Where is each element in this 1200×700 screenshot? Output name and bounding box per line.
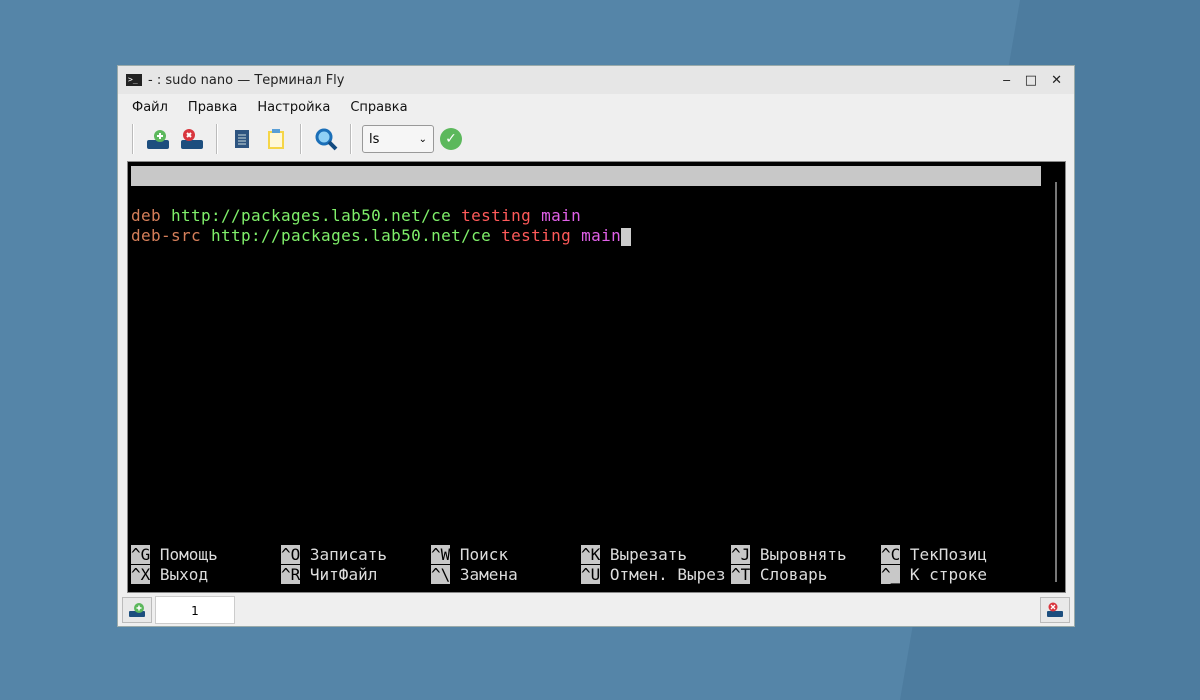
copy-button[interactable] — [228, 125, 256, 153]
shortcut-hint: ^U Отмен. Вырез — [581, 565, 726, 585]
terminal-scrollbar[interactable] — [1055, 182, 1057, 582]
shortcut-key: ^K — [581, 545, 601, 564]
shortcut-key: ^R — [281, 565, 301, 584]
chevron-down-icon: ⌄ — [418, 133, 427, 145]
shortcut-key: ^J — [731, 545, 751, 564]
syntax-token: main — [581, 226, 622, 245]
shortcut-key: ^_ — [881, 565, 901, 584]
syntax-token: testing — [501, 226, 582, 245]
session-bar: 1 — [118, 593, 1074, 627]
shortcut-label: Выровнять — [759, 545, 847, 564]
shortcut-key: ^U — [581, 565, 601, 584]
new-session-button[interactable] — [144, 125, 172, 153]
shortcut-label: ТекПозиц — [909, 545, 987, 564]
toolbar-separator — [350, 124, 352, 154]
shortcut-label: К строке — [909, 565, 987, 584]
add-session-icon — [147, 130, 169, 149]
shortcut-key: ^C — [881, 545, 901, 564]
shortcut-key: ^O — [281, 545, 301, 564]
toolbar-separator — [300, 124, 302, 154]
maximize-button[interactable]: □ — [1025, 73, 1037, 88]
close-button[interactable]: ✕ — [1051, 73, 1062, 88]
shortcut-label: Отмен. Вырез — [609, 565, 726, 584]
toolbar: ls ⌄ ✓ — [118, 120, 1074, 158]
menu-file[interactable]: Файл — [132, 100, 168, 115]
toolbar-separator — [132, 124, 134, 154]
shortcut-hint: ^C ТекПозиц — [881, 545, 987, 565]
shortcut-label: Словарь — [759, 565, 828, 584]
shortcut-key: ^T — [731, 565, 751, 584]
toolbar-separator — [216, 124, 218, 154]
close-session-button[interactable] — [178, 125, 206, 153]
remove-session-icon — [181, 129, 203, 149]
command-combobox[interactable]: ls ⌄ — [362, 125, 434, 153]
shortcut-hint: ^R ЧитФайл — [281, 565, 377, 585]
shortcut-hint: ^X Выход — [131, 565, 208, 585]
menu-settings[interactable]: Настройка — [257, 100, 330, 115]
search-button[interactable] — [312, 125, 340, 153]
copy-icon — [235, 130, 249, 148]
window-title: - : sudo nano — Терминал Fly — [148, 72, 345, 88]
syntax-token: http://packages.lab50.net/ce — [211, 226, 502, 245]
terminal-screen[interactable]: GNU nano 2.7.4 Файл: /etc/apt/sources.li… — [127, 161, 1066, 593]
syntax-token: http://packages.lab50.net/ce — [171, 206, 462, 225]
shortcut-hint: ^K Вырезать — [581, 545, 687, 565]
shortcut-label: Помощь — [159, 545, 218, 564]
menu-bar: Файл Правка Настройка Справка — [118, 94, 1074, 120]
shortcut-hint: ^_ К строке — [881, 565, 987, 585]
paste-icon — [268, 129, 284, 149]
terminal-window: >_ - : sudo nano — Терминал Fly ‒ □ ✕ Фа… — [117, 65, 1075, 627]
command-value: ls — [369, 131, 380, 147]
shortcut-key: ^\ — [431, 565, 451, 584]
nano-version: GNU nano 2.7.4 — [151, 186, 286, 205]
remove-session-icon — [1047, 602, 1063, 617]
syntax-token: deb-src — [131, 226, 212, 245]
shortcut-hint: ^J Выровнять — [731, 545, 847, 565]
session-tab-label: 1 — [191, 604, 199, 618]
title-bar: >_ - : sudo nano — Терминал Fly ‒ □ ✕ — [118, 66, 1074, 94]
shortcut-label: Записать — [309, 545, 387, 564]
shortcut-key: ^G — [131, 545, 151, 564]
shortcut-hint: ^T Словарь — [731, 565, 827, 585]
paste-button[interactable] — [262, 125, 290, 153]
shortcut-label: Замена — [459, 565, 518, 584]
execute-button[interactable]: ✓ — [440, 128, 462, 150]
new-tab-button[interactable] — [122, 597, 152, 623]
editor-line: deb http://packages.lab50.net/ce testing… — [131, 206, 581, 226]
close-tab-button[interactable] — [1040, 597, 1070, 623]
syntax-token: main — [541, 206, 582, 225]
shortcut-label: Вырезать — [609, 545, 687, 564]
minimize-button[interactable]: ‒ — [1003, 73, 1011, 88]
session-tab[interactable]: 1 — [155, 596, 235, 624]
text-cursor — [621, 227, 632, 246]
menu-edit[interactable]: Правка — [188, 100, 237, 115]
shortcut-label: ЧитФайл — [309, 565, 378, 584]
shortcut-hint: ^O Записать — [281, 545, 387, 565]
shortcut-key: ^X — [131, 565, 151, 584]
shortcut-label: Поиск — [459, 545, 509, 564]
terminal-icon: >_ — [126, 74, 142, 86]
shortcut-key: ^W — [431, 545, 451, 564]
menu-help[interactable]: Справка — [350, 100, 407, 115]
shortcut-hint: ^\ Замена — [431, 565, 518, 585]
editor-line: deb-src http://packages.lab50.net/ce tes… — [131, 226, 632, 246]
add-session-icon — [129, 603, 145, 617]
syntax-token: testing — [461, 206, 542, 225]
shortcut-label: Выход — [159, 565, 209, 584]
shortcut-hint: ^W Поиск — [431, 545, 508, 565]
nano-modified-status: Изменён — [951, 226, 1019, 245]
shortcut-hint: ^G Помощь — [131, 545, 218, 565]
search-icon — [315, 128, 338, 151]
nano-header: GNU nano 2.7.4 Файл: /etc/apt/sources.li… — [131, 166, 1041, 245]
checkmark-icon: ✓ — [445, 131, 457, 147]
syntax-token: deb — [131, 206, 172, 225]
